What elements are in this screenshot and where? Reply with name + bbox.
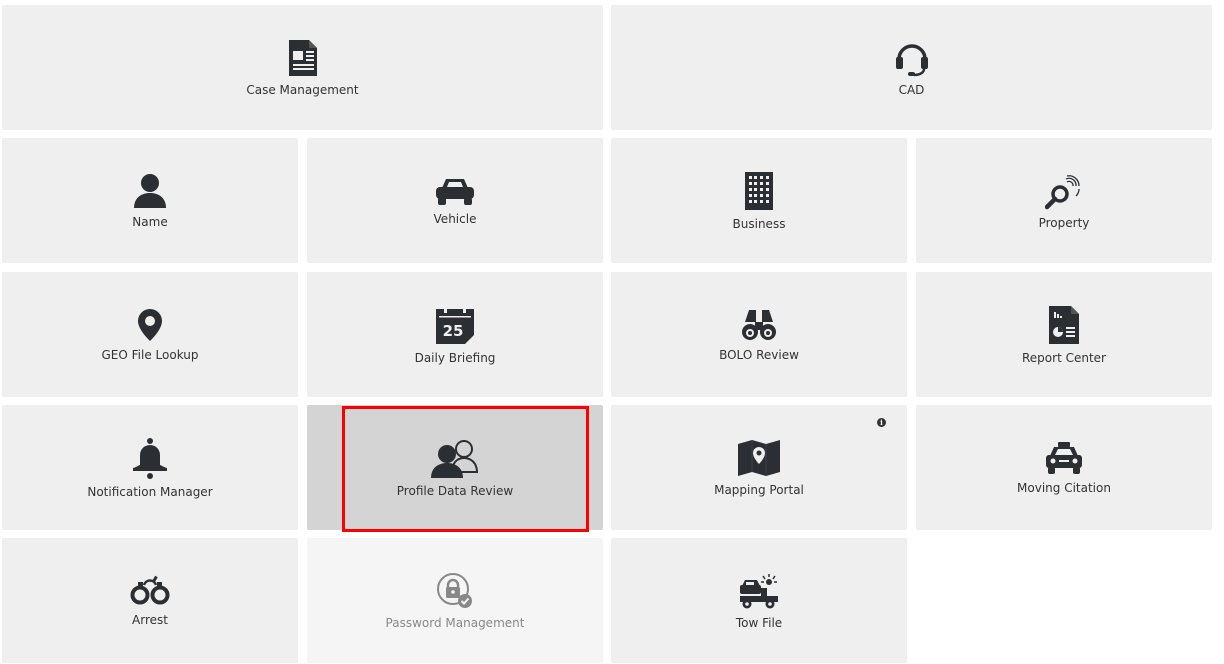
- map-icon: [738, 439, 780, 476]
- tile-cad[interactable]: CAD: [611, 5, 1212, 130]
- tile-vehicle[interactable]: Vehicle: [307, 138, 603, 263]
- tile-label: CAD: [898, 82, 925, 97]
- tile-arrest[interactable]: Arrest: [2, 538, 298, 663]
- police-car-icon: [1046, 441, 1082, 474]
- tile-label: Report Center: [1022, 350, 1106, 365]
- case-file-icon: [288, 39, 317, 76]
- tile-label: Case Management: [246, 82, 359, 97]
- tile-label: Tow File: [735, 615, 783, 630]
- tile-label: Vehicle: [433, 211, 477, 226]
- tile-label: Moving Citation: [1017, 480, 1111, 495]
- tile-label: Profile Data Review: [396, 483, 514, 498]
- tile-label: Password Management: [385, 615, 525, 630]
- calendar-day: 25: [443, 322, 464, 340]
- tile-daily-briefing[interactable]: 25 Daily Briefing: [307, 272, 603, 397]
- tile-label: Name: [132, 214, 168, 229]
- tile-label: Property: [1038, 215, 1090, 230]
- tile-moving-citation[interactable]: Moving Citation: [916, 405, 1212, 530]
- tile-geo-file-lookup[interactable]: GEO File Lookup: [2, 272, 298, 397]
- tile-label: Daily Briefing: [414, 350, 496, 365]
- fingerprint-magnifier-icon: [1045, 174, 1080, 209]
- report-icon: [1049, 305, 1079, 344]
- tile-tow-file[interactable]: Tow File: [611, 538, 907, 663]
- handcuffs-icon: [130, 575, 170, 604]
- car-icon: [436, 178, 474, 205]
- tile-label: Arrest: [132, 612, 168, 627]
- building-icon: [745, 171, 773, 210]
- binoculars-icon: [742, 309, 776, 340]
- tile-business[interactable]: Business: [611, 138, 907, 263]
- tile-mapping-portal[interactable]: i Mapping Portal: [611, 405, 907, 530]
- tile-label: BOLO Review: [719, 347, 799, 362]
- map-pin-icon: [138, 308, 162, 341]
- calendar-icon: 25: [436, 305, 474, 344]
- tile-password-management[interactable]: Password Management: [307, 538, 603, 663]
- tile-label: Mapping Portal: [714, 482, 804, 497]
- bell-icon: [133, 437, 167, 479]
- tile-report-center[interactable]: Report Center: [916, 272, 1212, 397]
- tile-label: Business: [732, 216, 786, 231]
- tile-bolo-review[interactable]: BOLO Review: [611, 272, 907, 397]
- users-icon: [431, 439, 479, 478]
- headset-icon: [895, 43, 928, 76]
- info-icon[interactable]: i: [877, 418, 886, 427]
- tile-label: Notification Manager: [87, 484, 213, 499]
- tile-notification-manager[interactable]: Notification Manager: [2, 405, 298, 530]
- tile-property[interactable]: Property: [916, 138, 1212, 263]
- tile-profile-data-review[interactable]: Profile Data Review: [307, 405, 603, 530]
- lock-check-icon: [437, 572, 472, 608]
- tile-case-management[interactable]: Case Management: [2, 5, 603, 130]
- person-icon: [134, 173, 166, 208]
- tile-name[interactable]: Name: [2, 138, 298, 263]
- tile-label: GEO File Lookup: [101, 347, 199, 362]
- tow-truck-icon: [740, 573, 778, 608]
